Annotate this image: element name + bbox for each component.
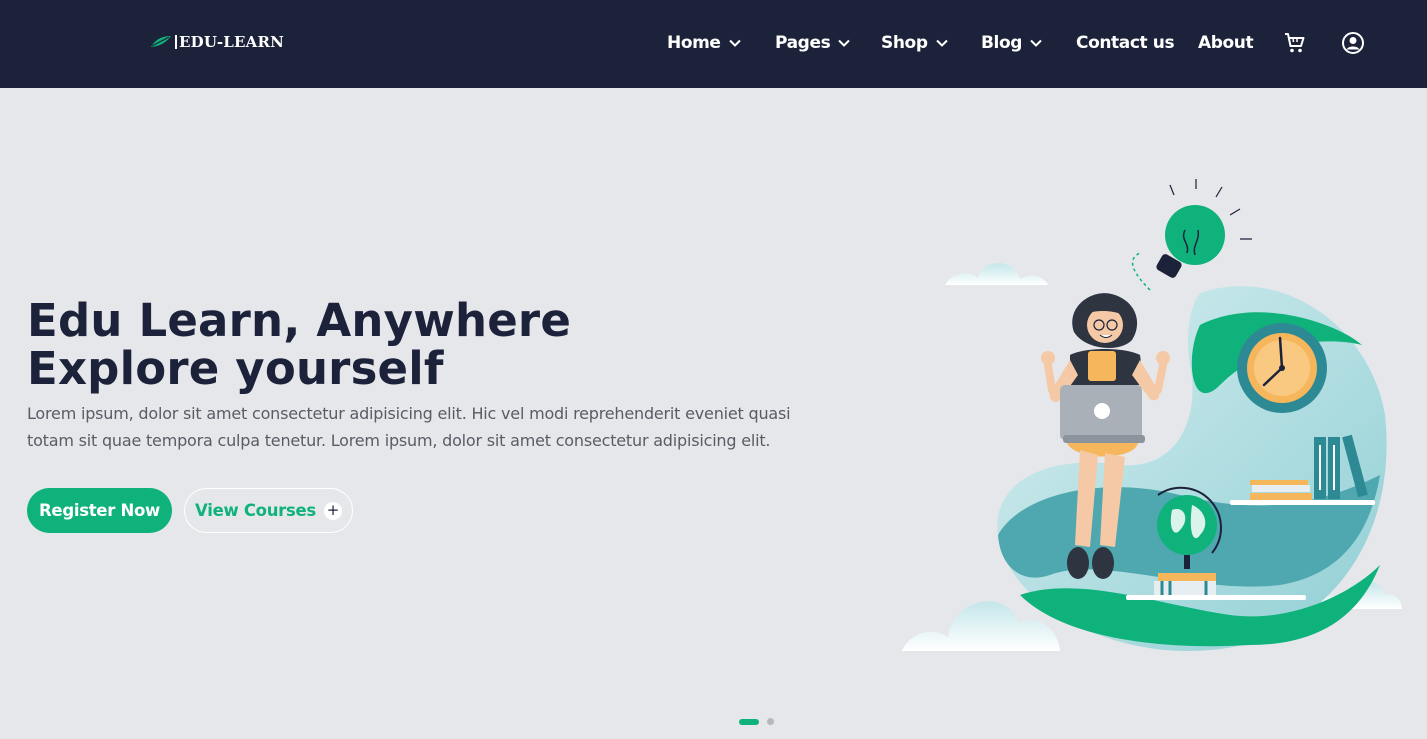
navbar: EDU-LEARN Home Pages Shop Blog Contact u… <box>0 0 1427 88</box>
nav-pages-label: Pages <box>775 33 831 53</box>
hero-title: Edu Learn, Anywhere Explore yourself <box>27 297 627 393</box>
nav-home[interactable]: Home <box>667 30 742 56</box>
carousel-indicators <box>739 718 774 725</box>
nav-blog[interactable]: Blog <box>981 30 1043 56</box>
shopping-cart-icon[interactable] <box>1283 31 1307 55</box>
nav-home-label: Home <box>667 33 721 53</box>
plus-icon: + <box>323 501 342 520</box>
nav-shop[interactable]: Shop <box>881 30 949 56</box>
logo-divider <box>175 35 177 49</box>
chevron-down-icon <box>1030 39 1042 47</box>
hero-description: Lorem ipsum, dolor sit amet consectetur … <box>27 404 791 450</box>
student-learning-illustration <box>902 179 1402 652</box>
view-courses-button[interactable]: View Courses + <box>184 488 353 533</box>
nav-about-label: About <box>1198 33 1254 53</box>
chevron-down-icon <box>935 39 948 47</box>
brand-logo[interactable]: EDU-LEARN <box>150 32 284 52</box>
nav-about[interactable]: About <box>1198 30 1254 56</box>
chevron-down-icon <box>728 39 741 47</box>
hero-title-line-2: Explore yourself <box>27 342 444 395</box>
register-now-button[interactable]: Register Now <box>27 488 172 533</box>
nav-pages[interactable]: Pages <box>775 30 851 56</box>
carousel-dot-active[interactable] <box>739 718 759 725</box>
chevron-down-icon <box>838 39 851 47</box>
carousel-dot[interactable] <box>767 718 774 725</box>
brand-name: EDU-LEARN <box>179 33 285 51</box>
account-circle-icon[interactable] <box>1341 31 1365 55</box>
hero-title-line-1: Edu Learn, Anywhere <box>27 294 572 347</box>
nav-contact-label: Contact us <box>1076 33 1175 53</box>
lightbulb-icon <box>1131 179 1252 291</box>
cloud-icon <box>902 601 1060 651</box>
view-courses-label: View Courses <box>195 501 316 520</box>
nav-contact[interactable]: Contact us <box>1076 30 1175 56</box>
clock-icon <box>1237 323 1327 413</box>
nav-shop-label: Shop <box>881 33 928 53</box>
nav-blog-label: Blog <box>981 33 1023 53</box>
leaf-logo-icon <box>151 36 171 47</box>
cloud-icon <box>945 263 1048 285</box>
